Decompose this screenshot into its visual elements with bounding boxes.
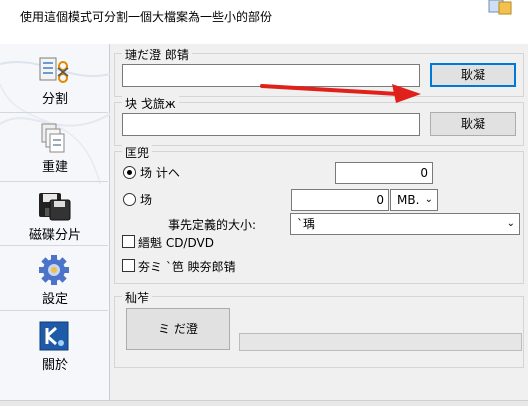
- split-by-count-radio[interactable]: [123, 166, 136, 179]
- cd-dvd-checkbox[interactable]: [122, 235, 135, 248]
- sidebar-item-settings[interactable]: 設定: [2, 248, 108, 310]
- predefined-size-label: 事先定義的大小:: [168, 218, 257, 232]
- sidebar-item-label: 磁碟分片: [28, 228, 81, 243]
- destination-browse-button[interactable]: 耿凝: [430, 112, 516, 136]
- source-file-group-title: 璉だ澄 郎锖: [122, 46, 192, 63]
- size-unit-value: MB.: [397, 193, 420, 207]
- predefined-size-value: `瑀: [297, 217, 316, 231]
- sidebar-item-rebuild[interactable]: 重建: [2, 116, 108, 178]
- progress-bar: [239, 333, 522, 351]
- destination-group-title: 块 戈旒ж: [122, 95, 179, 112]
- extra-option-label: 夯ミ `笆 眏夯郎锖: [138, 260, 236, 274]
- sidebar-divider: [0, 245, 108, 246]
- about-logo-icon: [39, 321, 69, 351]
- part-size-input[interactable]: 0: [291, 189, 389, 211]
- split-by-size-radio[interactable]: [123, 193, 136, 206]
- destination-folder-input[interactable]: [122, 113, 420, 136]
- header: 使用這個模式可分割一個大檔案為一些小的部份: [0, 0, 528, 44]
- split-icon: [39, 57, 69, 83]
- progress-group-title: 秈苲: [122, 289, 153, 306]
- start-split-button[interactable]: ミ だ澄: [126, 308, 230, 350]
- sidebar-divider: [0, 112, 108, 113]
- part-count-input[interactable]: 0: [335, 162, 433, 184]
- chevron-down-icon: ⌄: [506, 218, 515, 229]
- rebuild-icon: [41, 123, 65, 153]
- disk-span-icon: [39, 193, 71, 221]
- sidebar: 分割 重建 磁碟分片 設定 關於: [0, 44, 110, 406]
- chevron-down-icon: ⌄: [424, 194, 433, 205]
- split-by-size-label: 场: [140, 193, 153, 207]
- annotation-arrow-icon: [260, 84, 421, 103]
- bottom-bar: [0, 400, 528, 406]
- sidebar-item-label: 關於: [41, 358, 68, 373]
- cd-dvd-label: 縉魁 CD/DVD: [138, 236, 214, 250]
- sidebar-item-disk-span[interactable]: 磁碟分片: [2, 184, 108, 246]
- mode-description: 使用這個模式可分割一個大檔案為一些小的部份: [20, 10, 273, 24]
- sidebar-divider: [0, 181, 108, 182]
- extra-option-checkbox[interactable]: [122, 259, 135, 272]
- size-unit-select[interactable]: MB. ⌄: [390, 189, 438, 211]
- sidebar-item-about[interactable]: 關於: [2, 314, 108, 376]
- app-header-icon: [488, 0, 512, 15]
- split-options-group-title: 匡兜: [122, 144, 153, 161]
- sidebar-item-split[interactable]: 分割: [2, 48, 108, 110]
- split-by-count-label: 场 计ヘ: [140, 166, 180, 180]
- sidebar-divider: [0, 310, 108, 311]
- settings-gear-icon: [39, 255, 69, 285]
- source-browse-button[interactable]: 耿凝: [430, 63, 516, 87]
- predefined-size-select[interactable]: `瑀 ⌄: [290, 213, 520, 235]
- sidebar-item-label: 分割: [41, 92, 68, 107]
- sidebar-item-label: 設定: [41, 292, 68, 307]
- sidebar-item-label: 重建: [41, 160, 68, 175]
